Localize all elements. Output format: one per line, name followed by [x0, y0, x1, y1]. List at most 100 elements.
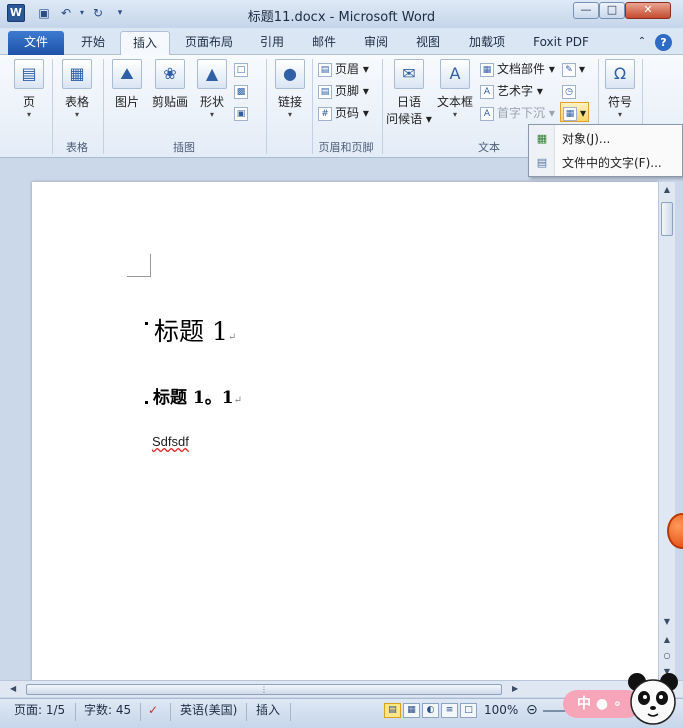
picture-button[interactable]: ⛰ 图片 — [108, 59, 146, 110]
divider — [52, 59, 53, 154]
date-time-icon: ◷ — [562, 84, 576, 99]
minimize-button[interactable]: — — [573, 2, 599, 19]
group-label-tables: 表格 — [66, 141, 88, 154]
chart-icon: ▩ — [234, 84, 248, 99]
full-screen-reading-icon[interactable]: ▦ — [403, 703, 420, 718]
tab-page-layout[interactable]: 页面布局 — [178, 31, 240, 55]
divider — [170, 703, 171, 721]
smartart-button[interactable]: □ — [234, 59, 251, 79]
vertical-scrollbar[interactable]: ▲ ▼ ▲ ○ ▼ — [658, 182, 675, 680]
divider — [266, 59, 267, 154]
scroll-down-icon[interactable]: ▼ — [659, 614, 675, 630]
body-text[interactable]: Sdfsdf — [152, 434, 189, 449]
close-button[interactable]: ✕ — [625, 2, 671, 19]
table-button[interactable]: ▦ 表格 ▾ — [56, 59, 98, 120]
outline-icon[interactable]: ≡ — [441, 703, 458, 718]
help-icon[interactable]: ? — [655, 34, 672, 51]
print-layout-icon[interactable]: ▤ — [384, 703, 401, 718]
heading-1[interactable]: 标题 1↵ — [154, 312, 236, 348]
chevron-down-icon: ▾ — [287, 110, 292, 119]
object-icon: ▦ — [563, 106, 577, 121]
signature-line-button[interactable]: ✎ ▾ — [562, 59, 585, 79]
scroll-thumb[interactable] — [661, 202, 673, 236]
tab-references[interactable]: 引用 — [252, 31, 292, 55]
greeting-label-line2: 问候语 ▾ — [386, 112, 432, 126]
scroll-right-icon[interactable]: ▶ — [512, 684, 518, 693]
draft-icon[interactable]: □ — [460, 703, 477, 718]
proofing-icon[interactable]: ✓ — [148, 699, 158, 728]
tab-view[interactable]: 视图 — [408, 31, 448, 55]
divider — [246, 703, 247, 721]
wordart-button[interactable]: A 艺术字 ▾ — [480, 81, 543, 101]
link-button[interactable]: ● 链接 ▾ — [272, 59, 308, 120]
text-from-file-icon: ▤ — [536, 156, 548, 169]
screenshot-icon: ▣ — [234, 106, 248, 121]
textbox-icon: A — [440, 59, 470, 89]
textbox-button[interactable]: A 文本框 ▾ — [434, 59, 476, 120]
shapes-icon: ▲ — [197, 59, 227, 89]
picture-label: 图片 — [114, 95, 139, 109]
header-button[interactable]: ▤ 页眉 ▾ — [318, 59, 369, 79]
web-layout-icon[interactable]: ◐ — [422, 703, 439, 718]
dropcap-icon: A — [480, 106, 494, 121]
insert-mode[interactable]: 插入 — [256, 699, 280, 728]
symbol-button[interactable]: Ω 符号 ▾ — [602, 59, 638, 120]
word-count[interactable]: 字数: 45 — [84, 699, 131, 728]
shapes-label: 形状 — [199, 95, 224, 109]
globe-link-icon: ● — [275, 59, 305, 89]
page-button[interactable]: ▤ 页 ▾ — [10, 59, 48, 120]
chevron-down-icon: ▾ — [617, 110, 622, 119]
clipart-icon: ❀ — [155, 59, 185, 89]
clipart-button[interactable]: ❀ 剪贴画 — [148, 59, 192, 110]
chevron-down-icon: ▾ — [209, 110, 214, 119]
chevron-down-icon: ▾ — [26, 110, 31, 119]
page-count[interactable]: 页面: 1/5 — [14, 699, 65, 728]
menu-item-object[interactable]: 对象(J)... — [529, 127, 682, 151]
wordart-icon: A — [480, 84, 494, 99]
footer-button[interactable]: ▤ 页脚 ▾ — [318, 81, 369, 101]
browse-object-icon[interactable]: ○ — [659, 648, 675, 664]
shapes-button[interactable]: ▲ 形状 ▾ — [194, 59, 230, 120]
menu-item-text-from-file[interactable]: 文件中的文字(F)... — [529, 151, 682, 175]
tab-home[interactable]: 开始 — [70, 31, 116, 55]
tab-foxit-pdf[interactable]: Foxit PDF — [526, 31, 596, 55]
quick-parts-button[interactable]: ▦ 文档部件 ▾ — [480, 59, 555, 79]
greeting-button[interactable]: ✉ 日语 问候语 ▾ — [386, 59, 432, 127]
horizontal-scroll-thumb[interactable]: ⋮ — [26, 684, 502, 695]
symbol-label: 符号 — [607, 95, 632, 109]
dropcap-button[interactable]: A 首字下沉 ▾ — [480, 103, 555, 123]
picture-icon: ⛰ — [112, 59, 142, 89]
tab-insert[interactable]: 插入 — [120, 31, 170, 55]
greeting-label-line1: 日语 — [396, 95, 421, 109]
scroll-up-icon[interactable]: ▲ — [659, 182, 675, 198]
document-page[interactable] — [32, 182, 658, 682]
maximize-button[interactable]: □ — [599, 2, 625, 19]
tab-review[interactable]: 审阅 — [356, 31, 396, 55]
heading-bullet-mark — [145, 322, 148, 325]
minimize-ribbon-icon[interactable]: ⌃ — [632, 31, 652, 55]
group-label-header-footer: 页眉和页脚 — [318, 141, 374, 154]
object-button[interactable]: ▦ ▾ — [560, 102, 590, 122]
margin-corner-mark — [127, 254, 151, 277]
previous-page-icon[interactable]: ▲ — [659, 632, 675, 648]
page-label: 页 — [22, 95, 35, 109]
omega-symbol-icon: Ω — [605, 59, 635, 89]
tab-file[interactable]: 文件 — [8, 31, 64, 55]
divider — [140, 703, 141, 721]
panda-mascot-icon[interactable] — [625, 670, 681, 726]
heading-2[interactable]: 标题 1。1↵ — [153, 383, 242, 408]
tab-addins[interactable]: 加载项 — [461, 31, 513, 55]
language[interactable]: 英语(美国) — [180, 699, 237, 728]
paragraph-mark-icon: ↵ — [233, 395, 242, 406]
chart-button[interactable]: ▩ — [234, 81, 251, 101]
tab-mailings[interactable]: 邮件 — [304, 31, 344, 55]
divider — [382, 59, 383, 154]
ribbon-tab-bar: 文件 开始 插入 页面布局 引用 邮件 审阅 视图 加载项 Foxit PDF … — [0, 28, 683, 55]
screenshot-button[interactable]: ▣ — [234, 103, 251, 123]
scroll-left-icon[interactable]: ◀ — [10, 684, 16, 693]
page-number-button[interactable]: # 页码 ▾ — [318, 103, 369, 123]
textbox-label: 文本框 — [436, 95, 473, 109]
zoom-out-icon[interactable]: ⊝ — [526, 699, 538, 728]
zoom-level[interactable]: 100% — [484, 699, 518, 728]
date-time-button[interactable]: ◷ — [562, 81, 579, 101]
